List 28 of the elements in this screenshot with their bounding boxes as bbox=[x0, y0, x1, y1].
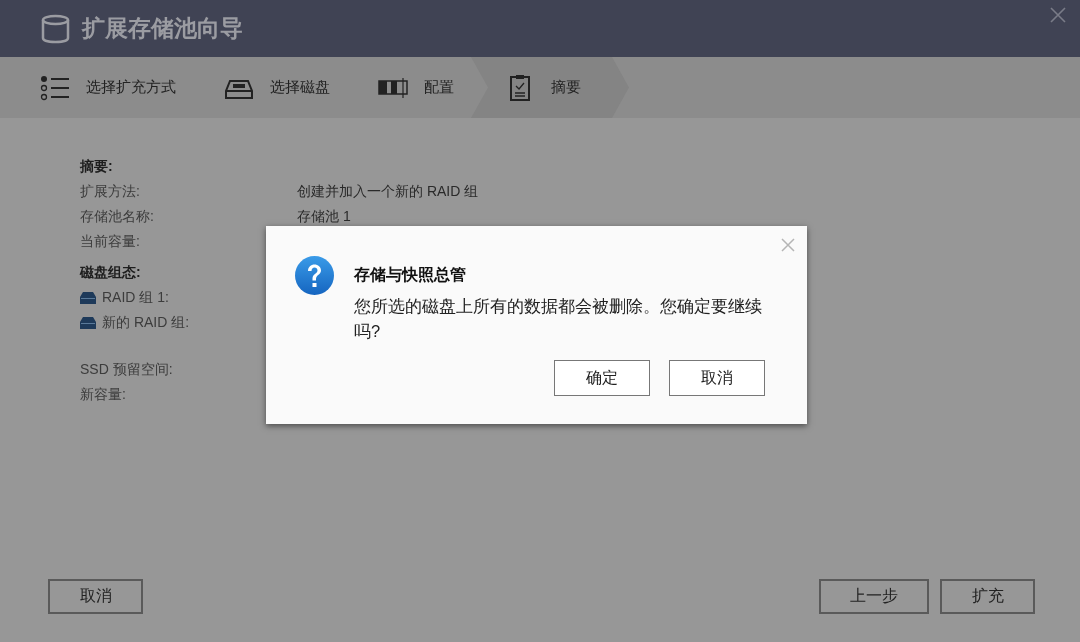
summary-label: RAID 组 1: bbox=[102, 288, 169, 307]
summary-label: SSD 预留空间: bbox=[80, 359, 174, 379]
section-heading: 摘要: bbox=[80, 156, 114, 176]
wizard-step[interactable]: 选择磁盘 bbox=[224, 57, 330, 118]
dialog-title: 存储与快照总管 bbox=[354, 265, 467, 285]
back-button[interactable]: 上一步 bbox=[819, 579, 929, 614]
close-icon[interactable] bbox=[781, 238, 795, 252]
database-icon bbox=[41, 13, 70, 44]
wizard-step[interactable]: 选择扩充方式 bbox=[40, 57, 176, 118]
close-icon[interactable] bbox=[1050, 7, 1066, 23]
list-icon bbox=[40, 74, 70, 101]
cancel-button[interactable]: 取消 bbox=[48, 579, 143, 614]
question-icon bbox=[295, 256, 334, 295]
expand-button[interactable]: 扩充 bbox=[940, 579, 1035, 614]
summary-label: 扩展方法: bbox=[80, 181, 141, 201]
summary-label: 新的 RAID 组: bbox=[102, 313, 190, 332]
summary-label: 新容量: bbox=[80, 384, 127, 404]
wizard-step[interactable]: 配置 bbox=[378, 57, 454, 118]
section-heading: 磁盘组态: bbox=[80, 262, 142, 282]
summary-value: 创建并加入一个新的 RAID 组 bbox=[297, 181, 480, 201]
summary-value: 存储池 1 bbox=[297, 206, 352, 226]
summary-label: 当前容量: bbox=[80, 231, 141, 251]
window-title: 扩展存储池向导 bbox=[82, 14, 243, 43]
confirm-button[interactable]: 确定 bbox=[554, 360, 650, 396]
summary-label: 存储池名称: bbox=[80, 206, 155, 226]
cancel-button[interactable]: 取消 bbox=[669, 360, 765, 396]
dialog-message: 您所选的磁盘上所有的数据都会被删除。您确定要继续吗? bbox=[354, 296, 763, 342]
wizard-step[interactable]: 摘要 bbox=[471, 57, 629, 118]
